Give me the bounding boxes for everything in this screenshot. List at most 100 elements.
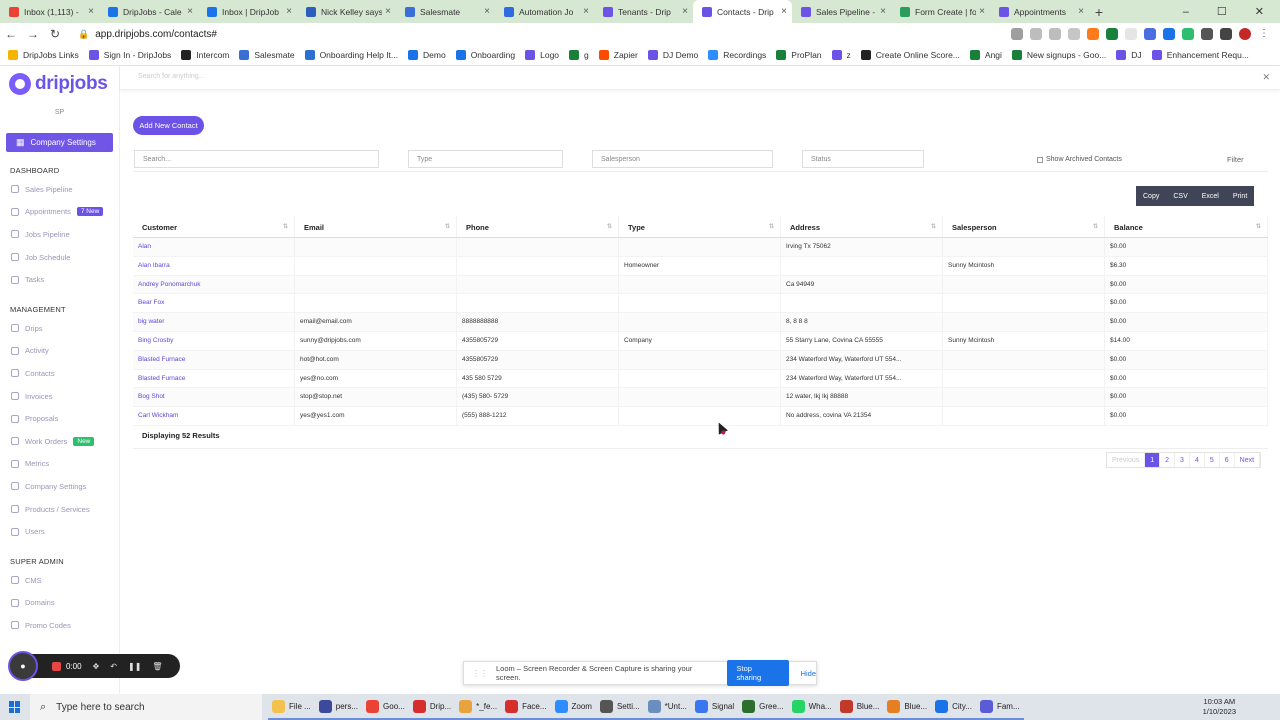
browser-tab[interactable]: Appointments × xyxy=(990,0,1089,23)
bookmark[interactable]: Logo xyxy=(525,50,559,60)
status-select[interactable]: Status xyxy=(802,150,924,168)
close-tab-icon[interactable]: × xyxy=(781,6,787,17)
sidebar-icon[interactable] xyxy=(1220,28,1232,40)
back-icon[interactable]: ← xyxy=(0,27,22,41)
pause-icon[interactable]: ❚❚ xyxy=(128,662,141,671)
customer-link[interactable]: Bog Shot xyxy=(133,388,295,407)
sidebar-item-tasks[interactable]: Tasks xyxy=(0,268,119,291)
puzzle-icon[interactable] xyxy=(1201,28,1213,40)
sort-icon[interactable]: ⇅ xyxy=(283,223,288,230)
copy-button[interactable]: Copy xyxy=(1136,186,1167,206)
stop-recording-icon[interactable] xyxy=(52,661,61,671)
print-button[interactable]: Print xyxy=(1225,186,1255,206)
extension-icon[interactable] xyxy=(1144,28,1156,40)
global-search-input[interactable]: Search for anything... xyxy=(138,73,205,80)
close-tab-icon[interactable]: × xyxy=(385,6,391,17)
browser-tab[interactable]: Salesmate × xyxy=(396,0,495,23)
bookmark[interactable]: Sign In - DripJobs xyxy=(88,50,171,60)
drag-icon[interactable]: ✥ xyxy=(93,662,100,671)
next-page-button[interactable]: Next xyxy=(1235,453,1261,467)
filter-button[interactable]: Filter xyxy=(1227,155,1244,164)
customer-link[interactable]: big water xyxy=(133,313,295,331)
bookmark[interactable]: New signups - Goo... xyxy=(1011,50,1106,60)
taskbar-app[interactable]: Signal xyxy=(690,694,739,720)
minimize-icon[interactable]: – xyxy=(1183,6,1189,18)
browser-tab[interactable]: Nick Kelley says × xyxy=(297,0,396,23)
new-tab-icon[interactable]: + xyxy=(1089,0,1109,23)
star-icon[interactable] xyxy=(1068,28,1080,40)
sort-icon[interactable]: ⇅ xyxy=(1093,223,1098,230)
taskbar-app[interactable]: Gree... xyxy=(738,694,788,720)
address-bar[interactable]: 🔒 app.dripjobs.com/contacts# xyxy=(72,25,962,43)
close-tab-icon[interactable]: × xyxy=(187,6,193,17)
taskbar-app[interactable]: Blue... xyxy=(883,694,932,720)
share-icon[interactable] xyxy=(1049,28,1061,40)
sort-icon[interactable]: ⇅ xyxy=(445,223,450,230)
table-row[interactable]: Alan Ibarra Homeowner Sunny Mcintosh $6.30 xyxy=(133,256,1268,276)
sidebar-item-proposals[interactable]: Proposals xyxy=(0,407,119,430)
bookmark[interactable]: Enhancement Requ... xyxy=(1151,50,1249,60)
bookmark[interactable]: DJ Demo xyxy=(647,50,698,60)
extension-icon[interactable] xyxy=(1087,28,1099,40)
close-icon[interactable]: ✕ xyxy=(1262,72,1270,83)
close-window-icon[interactable]: ✕ xyxy=(1255,5,1264,18)
customer-link[interactable]: Bear Fox xyxy=(133,294,295,313)
column-header[interactable]: Email ⇅ xyxy=(295,216,457,237)
taskbar-app[interactable]: *_fe... xyxy=(455,694,502,720)
browser-tab[interactable]: Automation Jo × xyxy=(495,0,594,23)
bookmark[interactable]: z xyxy=(831,50,851,60)
sidebar-item-drips[interactable]: Drips xyxy=(0,317,119,340)
close-tab-icon[interactable]: × xyxy=(484,6,490,17)
taskbar-app[interactable]: *Unt... xyxy=(643,694,691,720)
maximize-icon[interactable]: ☐ xyxy=(1217,5,1227,18)
column-header[interactable]: Salesperson ⇅ xyxy=(943,216,1105,237)
close-tab-icon[interactable]: × xyxy=(88,6,94,17)
close-tab-icon[interactable]: × xyxy=(1078,6,1084,17)
sidebar-item-products-services[interactable]: Products / Services xyxy=(0,498,119,521)
sidebar-item-users[interactable]: Users xyxy=(0,520,119,543)
close-tab-icon[interactable]: × xyxy=(583,6,589,17)
sidebar-item-appointments[interactable]: Appointments 7 New xyxy=(0,201,119,224)
bookmark[interactable]: DJ xyxy=(1116,50,1142,60)
taskbar-app[interactable]: Face... xyxy=(501,694,551,720)
customer-link[interactable]: Andrey Ponomarchuk xyxy=(133,275,295,294)
sidebar-item-sales-pipeline[interactable]: Sales Pipeline xyxy=(0,178,119,201)
table-row[interactable]: Carl Wickham yes@yes1.com (555) 888-1212 No… xyxy=(133,407,1268,426)
customer-link[interactable]: Alan xyxy=(133,238,295,256)
bookmark[interactable]: Create Online Score... xyxy=(860,50,960,60)
close-tab-icon[interactable]: × xyxy=(286,6,292,17)
show-archived-toggle[interactable]: Show Archived Contacts xyxy=(1037,156,1122,163)
hide-button[interactable]: Hide xyxy=(801,669,816,678)
sidebar-item-company-settings[interactable]: Company Settings xyxy=(0,475,119,498)
taskbar-search[interactable]: ⌕ Type here to search xyxy=(30,694,262,720)
table-row[interactable]: Blasted Furnace hot@hot.com 4355805729 234 … xyxy=(133,350,1268,370)
column-header[interactable]: Type ⇅ xyxy=(619,216,781,237)
grip-icon[interactable]: ⋮⋮ xyxy=(472,669,488,678)
csv-button[interactable]: CSV xyxy=(1166,186,1195,206)
camera-icon[interactable]: ● xyxy=(8,651,38,681)
column-header[interactable]: Balance ⇅ xyxy=(1105,216,1268,237)
salesperson-select[interactable]: Salesperson xyxy=(592,150,773,168)
table-row[interactable]: Andrey Ponomarchuk Ca 94949 $0.00 xyxy=(133,275,1268,295)
bookmark[interactable]: DripJobs Links xyxy=(8,50,79,60)
extension-icon[interactable] xyxy=(1106,28,1118,40)
sidebar-item-cms[interactable]: CMS xyxy=(0,569,119,592)
bookmark[interactable]: Onboarding xyxy=(455,50,515,60)
sidebar-item-activity[interactable]: Activity xyxy=(0,340,119,363)
bookmark[interactable]: Zapier xyxy=(598,50,638,60)
table-row[interactable]: Bing Crosby sunny@dripjobs.com 4355805729 C… xyxy=(133,331,1268,351)
sort-icon[interactable]: ⇅ xyxy=(931,223,936,230)
taskbar-app[interactable]: Drip... xyxy=(408,694,456,720)
sidebar-item-work-orders[interactable]: Work Orders New xyxy=(0,430,119,453)
extension-icon[interactable] xyxy=(1125,28,1137,40)
bookmark[interactable]: Demo xyxy=(408,50,446,60)
customer-link[interactable]: Carl Wickham xyxy=(133,407,295,425)
sort-icon[interactable]: ⇅ xyxy=(607,223,612,230)
browser-tab[interactable]: Sales Pipeline - × xyxy=(792,0,891,23)
page-button[interactable]: 3 xyxy=(1175,453,1190,467)
page-button[interactable]: 6 xyxy=(1220,453,1235,467)
sidebar-item-contacts[interactable]: Contacts xyxy=(0,362,119,385)
customer-link[interactable]: Blasted Furnace xyxy=(133,369,295,388)
add-new-contact-button[interactable]: Add New Contact xyxy=(133,116,204,135)
browser-tab[interactable]: Inbox (1,113) - × xyxy=(0,0,99,23)
